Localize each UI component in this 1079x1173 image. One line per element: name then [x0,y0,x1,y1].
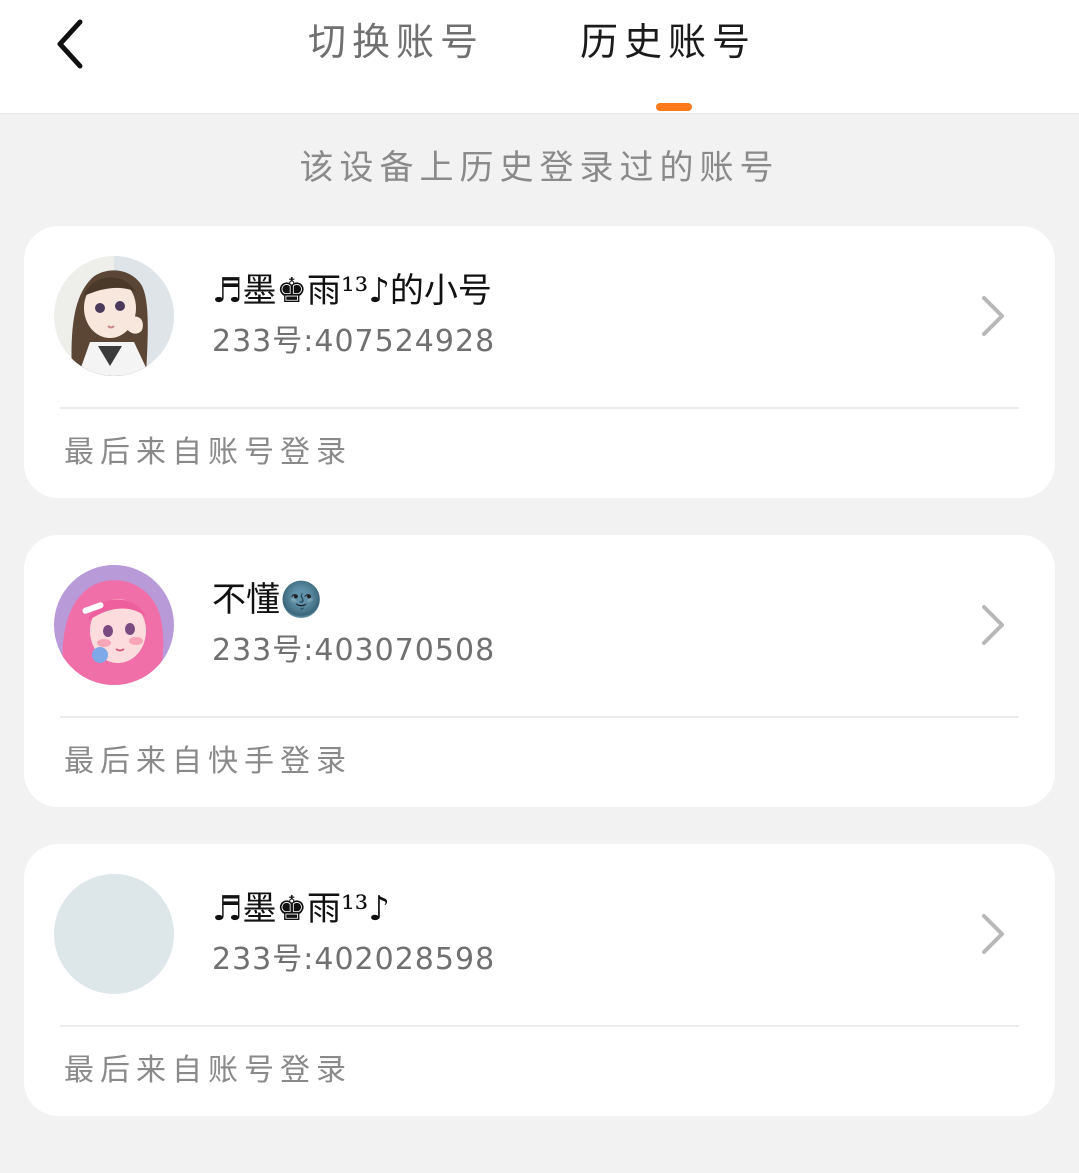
divider [60,716,1019,718]
last-login-source: 最后来自快手登录 [64,744,352,779]
avatar [54,874,174,994]
account-card[interactable]: ♬墨♚雨¹³♪ 233号:402028598 最后来自账号登录 [24,844,1055,1116]
account-name: ♬墨♚雨¹³♪的小号 [212,271,492,311]
last-login-source: 最后来自账号登录 [64,1053,352,1088]
account-name: ♬墨♚雨¹³♪ [212,889,390,929]
chevron-right-icon [982,914,1004,954]
account-name: 不懂🌚 [212,580,323,620]
back-button[interactable] [40,14,100,74]
tab-history-account[interactable]: 历史账号 [580,14,756,70]
chevron-right-icon [982,296,1004,336]
divider [60,1025,1019,1027]
active-tab-indicator [656,103,692,111]
top-bar: 切换账号 历史账号 [0,0,1079,114]
avatar [54,565,174,685]
account-card[interactable]: 不懂🌚 233号:403070508 最后来自快手登录 [24,535,1055,807]
account-id: 233号:407524928 [212,324,496,359]
account-id: 233号:402028598 [212,942,496,977]
avatar [54,256,174,376]
chevron-right-icon [982,605,1004,645]
tab-switch-account[interactable]: 切换账号 [308,14,484,70]
history-subtitle: 该设备上历史登录过的账号 [299,148,780,188]
account-card[interactable]: ♬墨♚雨¹³♪的小号 233号:407524928 最后来自账号登录 [24,226,1055,498]
chevron-left-icon [57,19,83,69]
divider [60,407,1019,409]
account-id: 233号:403070508 [212,633,496,668]
last-login-source: 最后来自账号登录 [64,435,352,470]
